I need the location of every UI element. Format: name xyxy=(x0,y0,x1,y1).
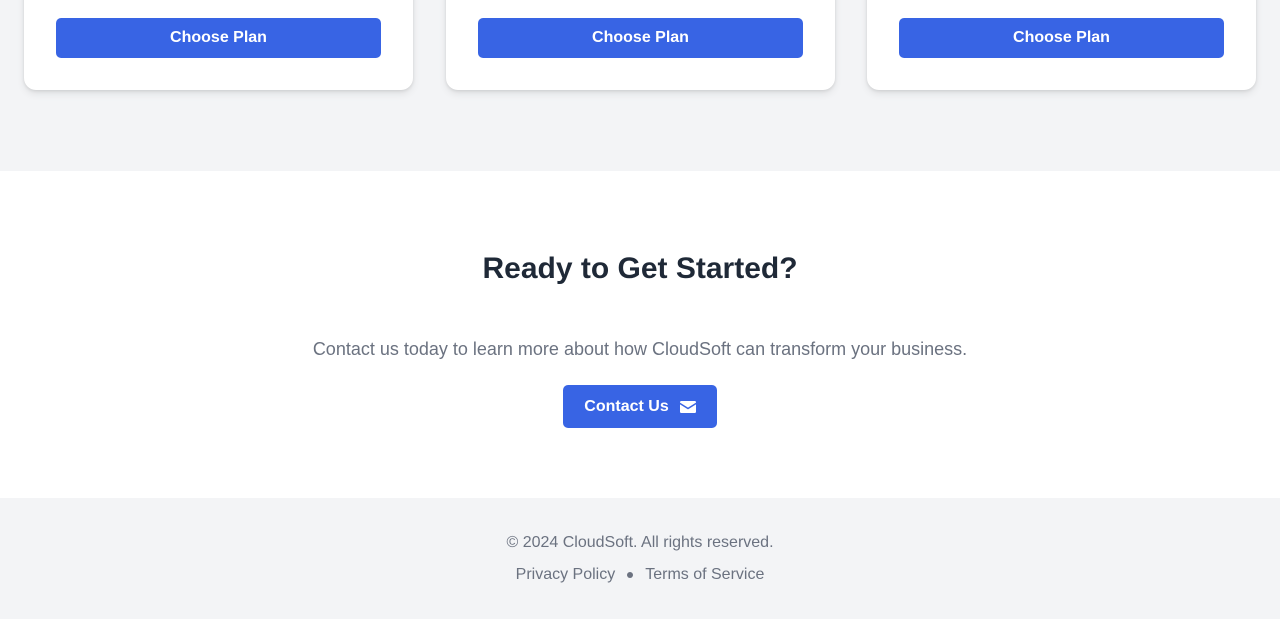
choose-plan-button[interactable]: Choose Plan xyxy=(478,18,803,58)
contact-us-button[interactable]: Contact Us xyxy=(563,385,717,428)
copyright-text: © 2024 CloudSoft. All rights reserved. xyxy=(506,534,774,551)
footer: © 2024 CloudSoft. All rights reserved. P… xyxy=(0,498,1280,619)
cta-description: Contact us today to learn more about how… xyxy=(312,339,968,359)
contact-us-label: Contact Us xyxy=(584,397,669,415)
cta-title: Ready to Get Started? xyxy=(482,252,798,285)
footer-links: Privacy Policy Terms of Service xyxy=(0,565,1280,585)
plan-card: Choose Plan xyxy=(24,0,413,90)
terms-of-service-link[interactable]: Terms of Service xyxy=(645,565,764,585)
choose-plan-button[interactable]: Choose Plan xyxy=(56,18,381,58)
choose-plan-button[interactable]: Choose Plan xyxy=(899,18,1224,58)
pricing-section: Choose Plan Choose Plan Choose Plan xyxy=(0,0,1280,171)
plan-card: Choose Plan xyxy=(446,0,835,90)
separator-dot xyxy=(627,572,634,578)
envelope-icon xyxy=(679,400,696,413)
plan-card: Choose Plan xyxy=(867,0,1256,90)
privacy-policy-link[interactable]: Privacy Policy xyxy=(516,565,616,585)
cta-section: Ready to Get Started? Contact us today t… xyxy=(0,171,1280,498)
